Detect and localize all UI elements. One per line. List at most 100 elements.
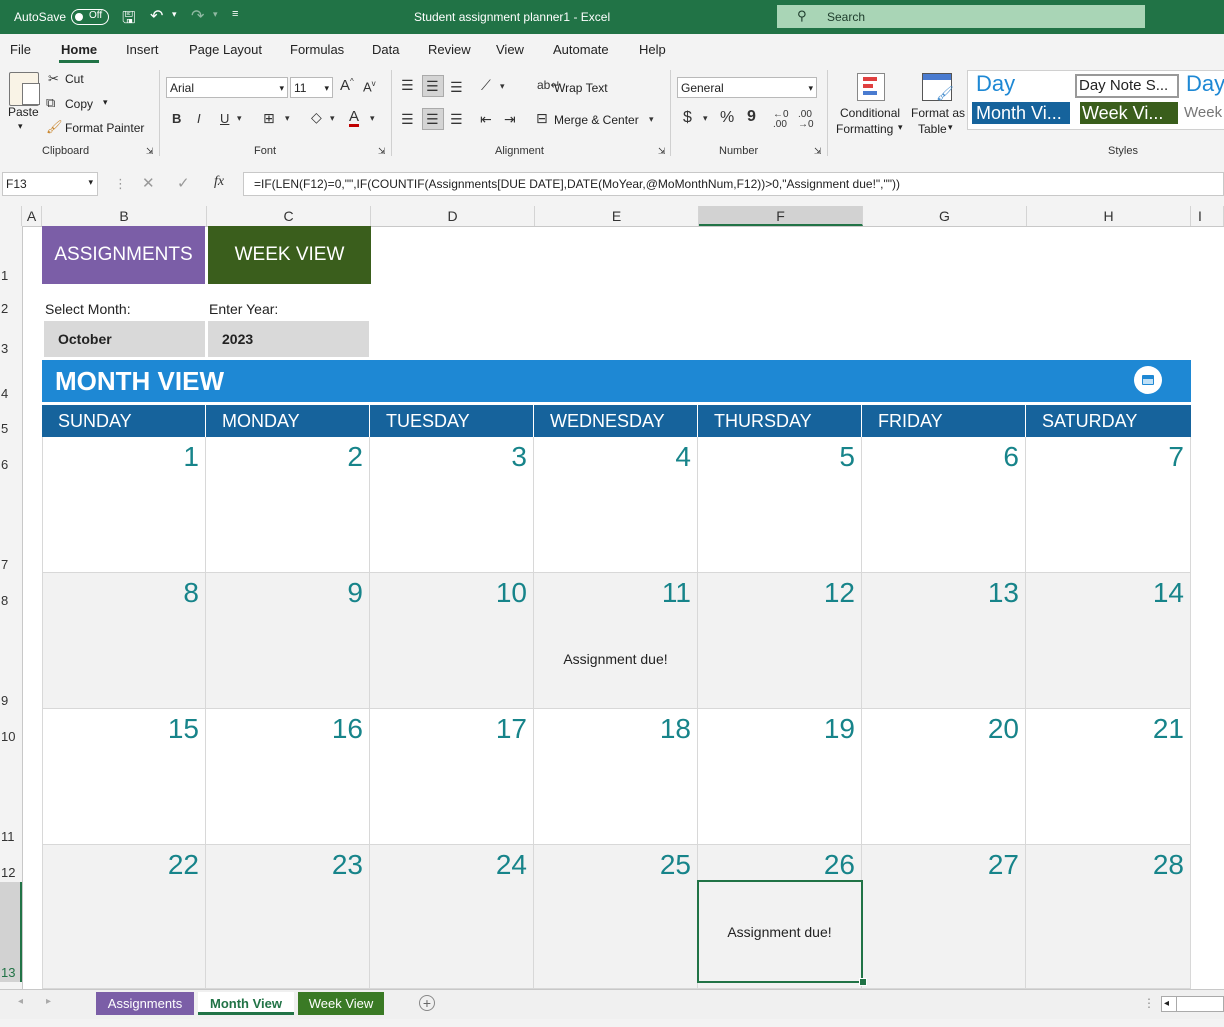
underline-button[interactable]: U [220,112,229,125]
menu-review[interactable]: Review [428,42,471,57]
menu-help[interactable]: Help [639,42,666,57]
style-month-view[interactable]: Month Vi... [972,102,1070,124]
month-select[interactable]: October [44,321,205,357]
row-header-3[interactable]: 3 [0,341,23,356]
italic-button[interactable]: I [197,112,201,125]
day-cell[interactable]: 2 [206,437,370,573]
day-cell[interactable]: 17 [370,709,534,845]
row-header-6[interactable]: 6 [0,457,23,472]
day-cell[interactable]: 22 [42,845,206,989]
currency-dropdown-icon[interactable]: ▾ [703,114,708,123]
horizontal-scrollbar[interactable]: ◂ [1161,996,1224,1012]
day-cell[interactable]: 11 Assignment due! [534,573,698,709]
menu-insert[interactable]: Insert [126,42,159,57]
day-cell[interactable]: 20 [862,709,1026,845]
fill-handle[interactable] [859,978,867,986]
row-header-1[interactable]: 1 [0,268,23,283]
week-view-button[interactable]: WEEK VIEW [208,226,371,284]
day-cell[interactable]: 28 [1026,845,1191,989]
style-week-view[interactable]: Week Vi... [1080,102,1178,124]
paste-button[interactable]: Paste [8,105,39,119]
day-cell[interactable]: 3 [370,437,534,573]
tab-assignments[interactable]: Assignments [96,992,194,1015]
day-cell[interactable]: 7 [1026,437,1191,573]
wrap-text-button[interactable]: Wrap Text [554,81,608,95]
day-cell[interactable]: 13 [862,573,1026,709]
decrease-decimal-icon[interactable]: .00 →0 [798,110,814,130]
row-header-12[interactable]: 12 [0,865,23,880]
row-header-13[interactable]: 13 [0,965,23,980]
more-options-icon[interactable]: ⋮ [1143,996,1155,1010]
tab-scroll-left-icon[interactable]: ◂ [18,996,23,1007]
day-cell[interactable]: 15 [42,709,206,845]
cut-button[interactable]: Cut [65,72,84,86]
align-middle-button[interactable]: ☰ [422,75,444,97]
decrease-indent-icon[interactable]: ⇤ [480,112,492,126]
day-cell[interactable]: 18 [534,709,698,845]
copy-dropdown-icon[interactable]: ▾ [103,97,108,108]
increase-indent-icon[interactable]: ⇥ [504,112,516,126]
day-cell[interactable]: 16 [206,709,370,845]
borders-icon[interactable]: ⊞ [263,111,275,125]
day-cell[interactable]: 25 [534,845,698,989]
row-header-2[interactable]: 2 [0,301,23,316]
column-header-h[interactable]: H [1027,206,1191,226]
calendar-icon[interactable] [1134,366,1162,394]
column-header-a[interactable]: A [22,206,42,226]
column-header-f[interactable]: F [699,206,863,226]
tab-month-view[interactable]: Month View [198,992,294,1015]
day-cell[interactable]: 24 [370,845,534,989]
row-header-5[interactable]: 5 [0,421,23,436]
underline-dropdown-icon[interactable]: ▾ [237,114,242,123]
column-header-c[interactable]: C [207,206,371,226]
menu-automate[interactable]: Automate [553,42,609,57]
menu-data[interactable]: Data [372,42,399,57]
bold-button[interactable]: B [172,112,181,125]
align-bottom-icon[interactable]: ☰ [450,80,463,94]
paste-dropdown-icon[interactable]: ▾ [18,121,23,132]
enter-icon[interactable]: ✓ [177,176,190,191]
column-header-b[interactable]: B [42,206,207,226]
undo-dropdown-icon[interactable]: ▾ [172,9,177,20]
day-cell[interactable]: 21 [1026,709,1191,845]
merge-center-button[interactable]: Merge & Center [554,113,639,127]
day-cell[interactable]: 9 [206,573,370,709]
font-color-icon[interactable]: A [349,109,360,127]
search-box[interactable]: ⚲ Search [777,5,1145,28]
format-as-table-label-2[interactable]: Table [918,122,947,136]
currency-button[interactable]: $ [683,110,692,126]
align-right-icon[interactable]: ☰ [450,112,463,126]
increase-decimal-icon[interactable]: ←0.00 [773,110,789,130]
tab-week-view[interactable]: Week View [298,992,384,1015]
row-header-4[interactable]: 4 [0,386,23,401]
font-launcher-icon[interactable]: ⇲ [378,147,386,156]
align-center-button[interactable]: ☰ [422,108,444,130]
day-cell[interactable]: 12 [698,573,862,709]
menu-file[interactable]: File [10,42,31,57]
cancel-icon[interactable]: ✕ [142,176,155,191]
add-sheet-icon[interactable]: + [419,995,435,1011]
column-header-g[interactable]: G [863,206,1027,226]
select-all-corner[interactable] [0,206,22,226]
day-cell[interactable]: 6 [862,437,1026,573]
day-cell[interactable]: 27 [862,845,1026,989]
menu-view[interactable]: View [496,42,524,57]
align-top-icon[interactable]: ☰ [401,78,414,92]
day-cell[interactable]: 14 [1026,573,1191,709]
style-week[interactable]: Week [1182,102,1224,124]
day-cell[interactable]: 4 [534,437,698,573]
font-name-dropdown[interactable]: Arial ▾ [166,77,288,98]
orientation-icon[interactable]: ⟋ [481,78,491,92]
style-day-2[interactable]: Day [1186,73,1224,99]
conditional-dropdown-icon[interactable]: ▾ [898,122,903,133]
merge-dropdown-icon[interactable]: ▾ [649,115,654,124]
column-header-e[interactable]: E [535,206,699,226]
orientation-dropdown-icon[interactable]: ▾ [500,82,505,91]
row-header-8[interactable]: 8 [0,593,23,608]
copy-button[interactable]: Copy [65,97,93,111]
align-left-icon[interactable]: ☰ [401,112,414,126]
day-cell[interactable]: 1 [42,437,206,573]
increase-font-size-icon[interactable]: A^ [340,78,354,94]
row-header-7[interactable]: 7 [0,557,23,572]
decrease-font-size-icon[interactable]: Av [363,80,376,94]
